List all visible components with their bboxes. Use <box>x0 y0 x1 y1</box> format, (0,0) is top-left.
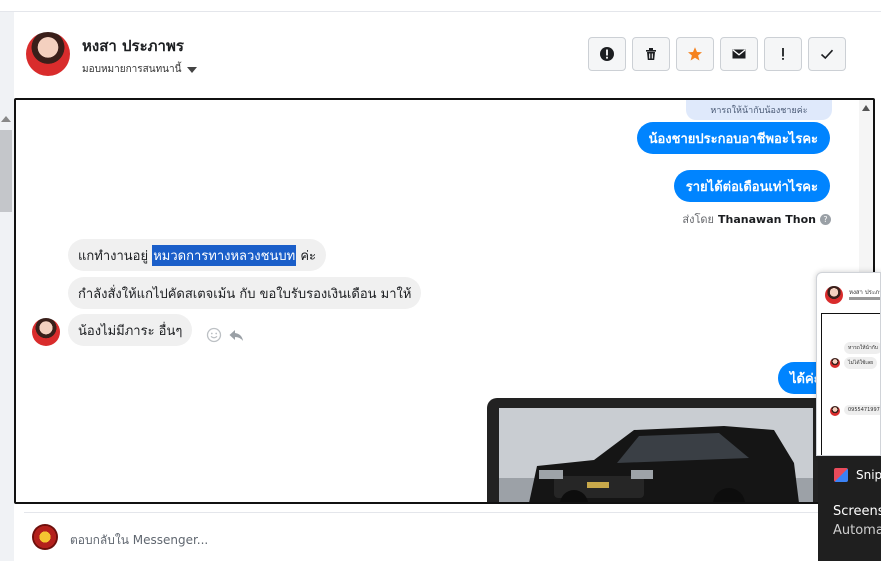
popup-message: หารถให้น้ากับ <box>844 342 880 354</box>
page-avatar <box>32 524 58 550</box>
popup-message: 0955471997 <box>844 405 880 415</box>
popup-message: ไม่ได้ใช้เลย <box>844 357 878 369</box>
chat-popup-preview[interactable]: หงสา ประภา หารถให้น้ากับ ไม่ได้ใช้เลย 09… <box>816 272 881 456</box>
reply-icon[interactable] <box>228 327 244 343</box>
assign-conversation-dropdown[interactable]: มอบหมายการสนทนานี้ <box>82 62 198 77</box>
mark-spam-button[interactable] <box>588 37 626 71</box>
envelope-icon <box>732 49 746 59</box>
toast-title: Screens <box>833 504 881 519</box>
left-scrollbar[interactable] <box>0 12 14 561</box>
follow-up-button[interactable] <box>764 37 802 71</box>
trash-icon <box>646 48 656 60</box>
popup-sender-avatar <box>830 358 840 368</box>
outgoing-message[interactable]: น้องชายประกอบอาชีพอะไรคะ <box>636 122 830 154</box>
car-photo[interactable] <box>499 408 813 502</box>
sent-by-prefix: ส่งโดย <box>682 213 715 226</box>
top-bar <box>0 0 881 12</box>
pickup-truck-image <box>499 408 813 502</box>
alert-circle-icon <box>600 47 614 61</box>
reply-input[interactable]: ตอบกลับใน Messenger... <box>70 531 208 550</box>
conversation-header: หงสา ประภาพร มอบหมายการสนทนานี้ <box>14 12 874 98</box>
toast-app-header: Snip <box>834 468 881 482</box>
mark-done-button[interactable] <box>808 37 846 71</box>
incoming-message[interactable]: น้องไม่มีภาระ อื่นๆ <box>68 314 193 346</box>
assign-label: มอบหมายการสนทนานี้ <box>82 64 182 75</box>
sender-avatar <box>32 318 60 346</box>
help-icon[interactable]: ? <box>820 213 831 225</box>
scroll-up-arrow-icon[interactable] <box>1 116 11 122</box>
toast-app-name: Snip <box>856 468 881 482</box>
contact-avatar[interactable] <box>26 32 70 76</box>
message-thread[interactable]: หารถให้น้ากับน้องชายค่ะ น้องชายประกอบอาช… <box>14 98 875 504</box>
action-toolbar <box>588 37 846 71</box>
contact-name[interactable]: หงสา ประภาพร <box>82 34 184 58</box>
sent-by-name: Thanawan Thon <box>718 212 816 226</box>
exclamation-icon <box>782 48 784 60</box>
popup-thread: หารถให้น้ากับ ไม่ได้ใช้เลย 0955471997 <box>821 313 880 455</box>
message-actions <box>206 327 244 343</box>
message-text: แกทำงานอยู่ <box>78 248 153 264</box>
delete-button[interactable] <box>632 37 670 71</box>
caret-down-icon <box>187 66 198 73</box>
incoming-message[interactable]: กำลังสั่งให้แกไปคัดสเตจเม้น กับ ขอใบรับร… <box>68 277 422 309</box>
incoming-message[interactable]: แกทำงานอยู่ หมวดการทางหลวงชนบท ค่ะ <box>68 239 326 271</box>
scroll-thumb[interactable] <box>0 130 12 212</box>
popup-contact-name: หงสา ประภา <box>849 289 881 296</box>
popup-sender-avatar <box>830 406 840 416</box>
selected-text: หมวดการทางหลวงชนบท <box>152 244 297 266</box>
popup-avatar <box>825 286 843 304</box>
previous-message-faded: หารถให้น้ากับน้องชายค่ะ <box>686 100 832 120</box>
notification-toast[interactable]: Snip Screens Automa <box>818 456 881 561</box>
popup-subtitle <box>849 297 880 300</box>
message-text: ค่ะ <box>296 248 316 264</box>
snip-app-icon <box>834 468 848 482</box>
star-icon <box>688 47 702 61</box>
sent-by-label: ส่งโดย Thanawan Thon ? <box>682 210 831 228</box>
scroll-up-arrow-icon[interactable] <box>862 105 870 111</box>
mark-unread-button[interactable] <box>720 37 758 71</box>
star-button[interactable] <box>676 37 714 71</box>
smiley-icon[interactable] <box>206 327 222 343</box>
check-icon <box>820 49 834 60</box>
outgoing-message[interactable]: รายได้ต่อเดือนเท่าไรคะ <box>673 170 830 202</box>
toast-body: Automa <box>833 523 881 538</box>
reply-composer[interactable]: ตอบกลับใน Messenger... <box>24 512 818 561</box>
